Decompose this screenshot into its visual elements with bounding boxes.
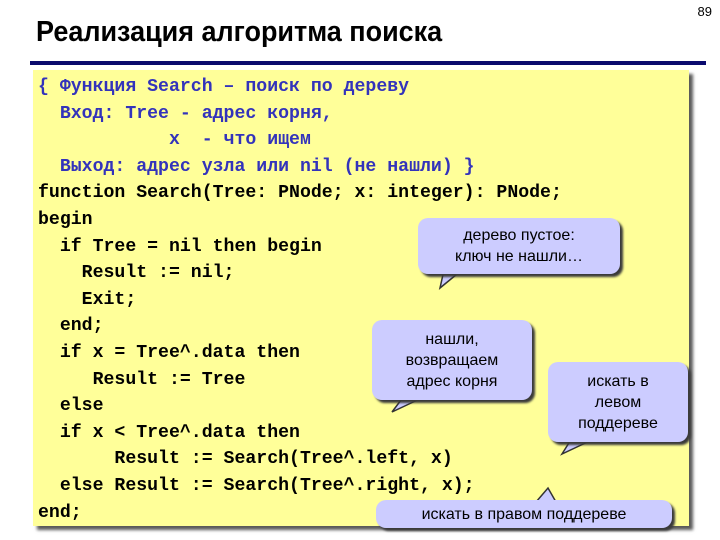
callout-text-line: левом (594, 393, 642, 411)
code-line: Exit; (38, 289, 137, 310)
callout-text-line: возвращаем (405, 351, 499, 369)
callout-found: нашли, возвращаем адрес корня (372, 320, 532, 400)
code-line-comment: x - что ищем (38, 130, 311, 151)
callout-text-line: поддереве (578, 414, 658, 432)
code-line-comment: { Функция Search – поиск по дереву (38, 77, 410, 97)
code-line: Result := Search(Tree^.left, x) (38, 449, 453, 470)
code-line-comment: Выход: адрес узла или nil (не нашли) } (38, 156, 475, 177)
callout-text-line: ключ не нашли… (455, 248, 583, 265)
slide-number: 89 (697, 4, 712, 19)
callout-text-line: искать в (587, 372, 649, 390)
callout-text-line: искать в правом поддереве (421, 505, 627, 523)
code-line: else Result := Search(Tree^.right, x); (38, 475, 475, 496)
callout-search-left: искать в левом поддереве (548, 362, 688, 442)
code-line: if x < Tree^.data then (38, 422, 300, 443)
code-line: function Search(Tree: PNode; x: integer)… (38, 183, 562, 204)
callout-empty-tree: дерево пустое: ключ не нашли… (418, 218, 620, 274)
slide-title: Реализация алгоритма поиска (36, 16, 443, 48)
callout-search-right: искать в правом поддереве (376, 500, 672, 528)
callout-text-line: нашли, (425, 330, 479, 348)
callout-text-line: дерево пустое: (463, 227, 575, 244)
callout-text-line: адрес корня (406, 372, 498, 390)
title-underline (30, 61, 706, 65)
code-line-comment: Вход: Tree - адрес корня, (38, 103, 333, 124)
code-listing: { Функция Search – поиск по дереву Вход:… (38, 74, 562, 526)
